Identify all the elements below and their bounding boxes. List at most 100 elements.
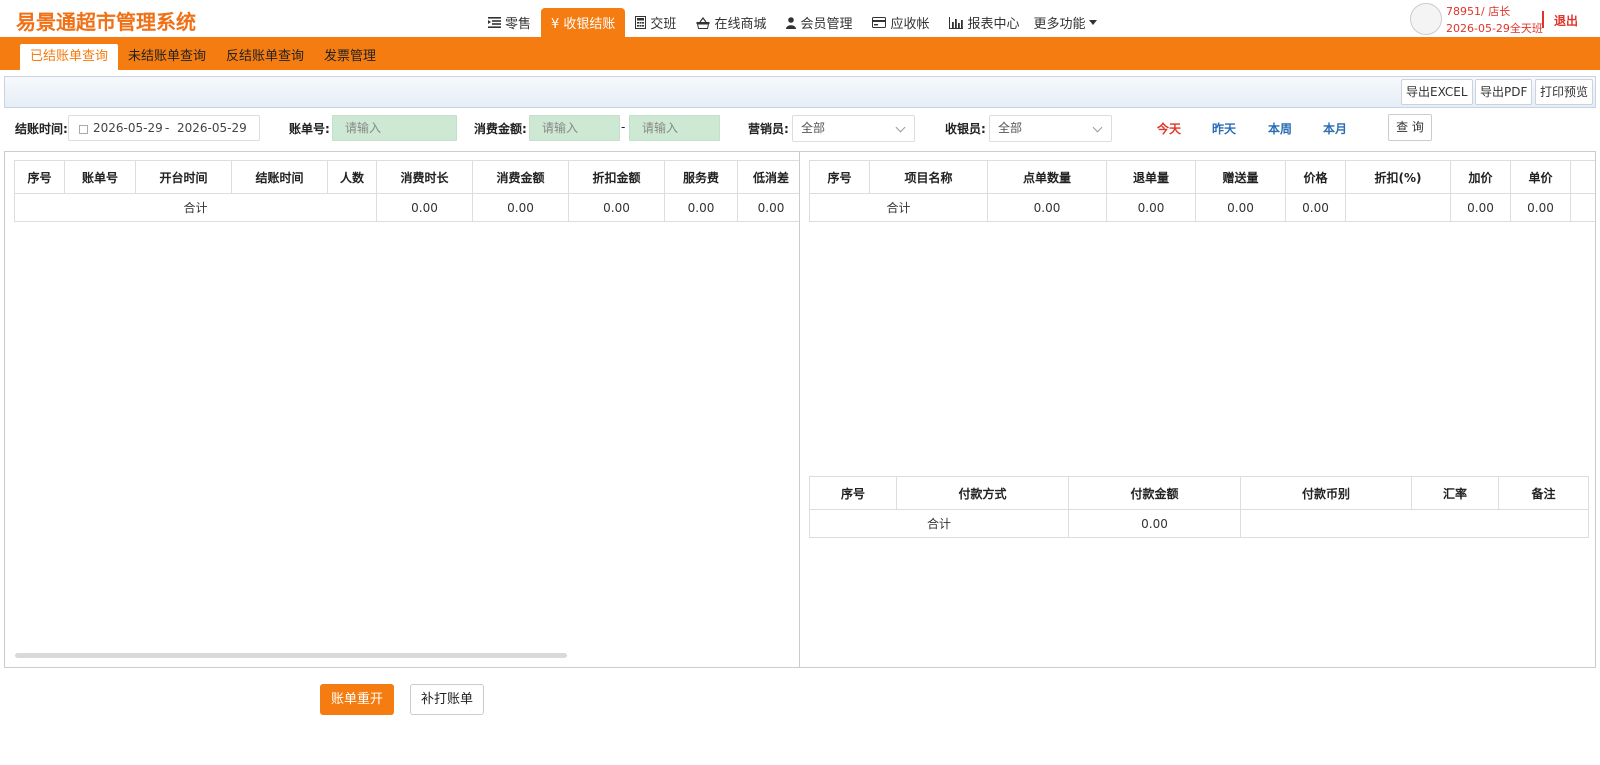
amount-to-input[interactable]: 请输入 — [629, 115, 720, 141]
col-header[interactable]: 退单量 — [1106, 160, 1196, 194]
user-area: 78951/ 店长 2026-05-29全天班 退出 — [1410, 3, 1590, 35]
bill-detail-panel: 序号 项目名称 点单数量 退单量 赠送量 价格 折扣(%) 加价 单价 合计 0… — [799, 151, 1596, 668]
basket-icon — [696, 16, 710, 29]
print-preview-button[interactable]: 打印预览 — [1535, 79, 1594, 105]
total-cell: 0.00 — [1068, 509, 1241, 538]
yesterday-link[interactable]: 昨天 — [1212, 120, 1236, 137]
date-range-picker[interactable]: 2026-05-29 - 2026-05-29 — [68, 115, 260, 141]
col-header[interactable]: 序号 — [809, 160, 870, 194]
tab-invoice-management[interactable]: 发票管理 — [314, 44, 386, 70]
nav-retail-label: 零售 — [505, 17, 532, 32]
salesperson-value: 全部 — [801, 121, 826, 135]
col-header[interactable]: 消费时长 — [376, 160, 473, 194]
tab-reversed-bills[interactable]: 反结账单查询 — [216, 44, 314, 70]
col-header[interactable]: 开台时间 — [135, 160, 232, 194]
cashier-select[interactable]: 全部 — [989, 115, 1112, 142]
nav-more[interactable]: 更多功能 — [1030, 8, 1107, 37]
sub-nav-bar: 已结账单查询 未结账单查询 反结账单查询 发票管理 — [0, 37, 1600, 70]
nav-online-mall[interactable]: 在线商城 — [686, 8, 776, 37]
cashier-value: 全部 — [998, 121, 1023, 135]
main-nav: 零售 ¥ 收银结账 交班 在线商城 会员管理 应收帐 报表中心 更多功能 — [478, 8, 1107, 37]
nav-member[interactable]: 会员管理 — [776, 8, 862, 37]
total-cell: 0.00 — [1195, 193, 1286, 222]
col-header[interactable]: 消费金额 — [472, 160, 569, 194]
nav-member-label: 会员管理 — [800, 17, 853, 32]
total-cell: 0.00 — [568, 193, 665, 222]
divider — [1542, 11, 1544, 28]
nav-shift[interactable]: 交班 — [625, 8, 686, 37]
logout-button[interactable]: 退出 — [1554, 12, 1578, 29]
reopen-bill-button[interactable]: 账单重开 — [320, 684, 394, 715]
col-header[interactable]: 账单号 — [64, 160, 136, 194]
today-link[interactable]: 今天 — [1157, 120, 1181, 137]
col-header[interactable]: 付款金额 — [1068, 476, 1241, 510]
col-header[interactable]: 价格 — [1285, 160, 1346, 194]
user-shift: 2026-05-29全天班 — [1446, 22, 1543, 35]
col-header[interactable]: 人数 — [327, 160, 377, 194]
salesperson-label: 营销员: — [748, 122, 789, 136]
calendar-checkbox-icon[interactable] — [79, 125, 88, 134]
total-cell: 0.00 — [1285, 193, 1346, 222]
amount-label: 消费金额: — [474, 122, 527, 136]
reprint-bill-button[interactable]: 补打账单 — [410, 684, 484, 715]
this-week-link[interactable]: 本周 — [1268, 120, 1292, 137]
chevron-down-icon — [1092, 122, 1103, 133]
col-header[interactable]: 点单数量 — [987, 160, 1107, 194]
bills-panel: 序号 账单号 开台时间 结账时间 人数 消费时长 消费金额 折扣金额 服务费 低… — [4, 151, 800, 668]
top-header: 易景通超市管理系统 零售 ¥ 收银结账 交班 在线商城 会员管理 应收帐 报表中… — [0, 0, 1600, 37]
avatar[interactable] — [1410, 3, 1442, 35]
total-cell: 0.00 — [376, 193, 473, 222]
tab-unsettled-bills[interactable]: 未结账单查询 — [118, 44, 216, 70]
app-title: 易景通超市管理系统 — [16, 10, 196, 34]
col-header[interactable]: 赠送量 — [1195, 160, 1286, 194]
col-header[interactable]: 备注 — [1498, 476, 1589, 510]
nav-online-mall-label: 在线商城 — [714, 17, 767, 32]
col-header[interactable]: 付款币别 — [1240, 476, 1412, 510]
bill-no-input[interactable]: 请输入 — [332, 115, 457, 141]
col-header[interactable]: 序号 — [14, 160, 65, 194]
col-header[interactable]: 单价 — [1510, 160, 1571, 194]
col-header[interactable]: 低消差 — [737, 160, 799, 194]
total-cell: 0.00 — [737, 193, 799, 222]
nav-more-label: 更多功能 — [1033, 17, 1086, 32]
horizontal-scrollbar[interactable] — [15, 653, 567, 658]
date-from: 2026-05-29 — [93, 121, 163, 135]
col-header[interactable]: 服务费 — [664, 160, 738, 194]
table-total-row: 合计 0.00 — [809, 509, 1589, 538]
nav-reports-label: 报表中心 — [967, 17, 1020, 32]
bill-no-label: 账单号: — [289, 122, 330, 136]
total-cell: 0.00 — [1106, 193, 1196, 222]
total-label: 合计 — [14, 193, 377, 222]
col-header[interactable]: 结账时间 — [231, 160, 328, 194]
nav-retail[interactable]: 零售 — [478, 8, 541, 37]
col-header[interactable]: 汇率 — [1411, 476, 1499, 510]
list-indent-icon — [488, 17, 501, 28]
amount-from-input[interactable]: 请输入 — [529, 115, 620, 141]
col-header[interactable]: 折扣金额 — [568, 160, 665, 194]
filter-bar: 结账时间: 2026-05-29 - 2026-05-29 账单号: 请输入 消… — [0, 113, 1600, 143]
col-header[interactable]: 加价 — [1450, 160, 1511, 194]
col-header[interactable]: 付款方式 — [896, 476, 1069, 510]
this-month-link[interactable]: 本月 — [1323, 120, 1347, 137]
payments-table: 序号 付款方式 付款金额 付款币别 汇率 备注 合计 0.00 — [809, 476, 1589, 538]
total-cell: 0.00 — [987, 193, 1107, 222]
export-toolbar: 导出EXCEL 导出PDF 打印预览 — [4, 76, 1596, 108]
user-icon — [786, 16, 797, 29]
total-label: 合计 — [809, 193, 988, 222]
tab-settled-bills[interactable]: 已结账单查询 — [20, 44, 119, 70]
export-excel-button[interactable]: 导出EXCEL — [1401, 79, 1473, 105]
credit-card-icon — [872, 17, 887, 28]
items-table: 序号 项目名称 点单数量 退单量 赠送量 价格 折扣(%) 加价 单价 合计 0… — [809, 160, 1595, 222]
nav-receivable[interactable]: 应收帐 — [862, 8, 939, 37]
col-header[interactable]: 项目名称 — [869, 160, 988, 194]
nav-checkout[interactable]: ¥ 收银结账 — [541, 8, 626, 37]
col-header[interactable]: 序号 — [809, 476, 897, 510]
export-pdf-button[interactable]: 导出PDF — [1475, 79, 1533, 105]
col-header[interactable]: 折扣(%) — [1345, 160, 1451, 194]
query-button[interactable]: 查 询 — [1388, 114, 1432, 141]
nav-reports[interactable]: 报表中心 — [939, 8, 1029, 37]
date-separator: - — [165, 121, 170, 135]
salesperson-select[interactable]: 全部 — [792, 115, 915, 142]
date-to: 2026-05-29 — [177, 121, 247, 135]
settle-time-label: 结账时间: — [15, 122, 68, 136]
